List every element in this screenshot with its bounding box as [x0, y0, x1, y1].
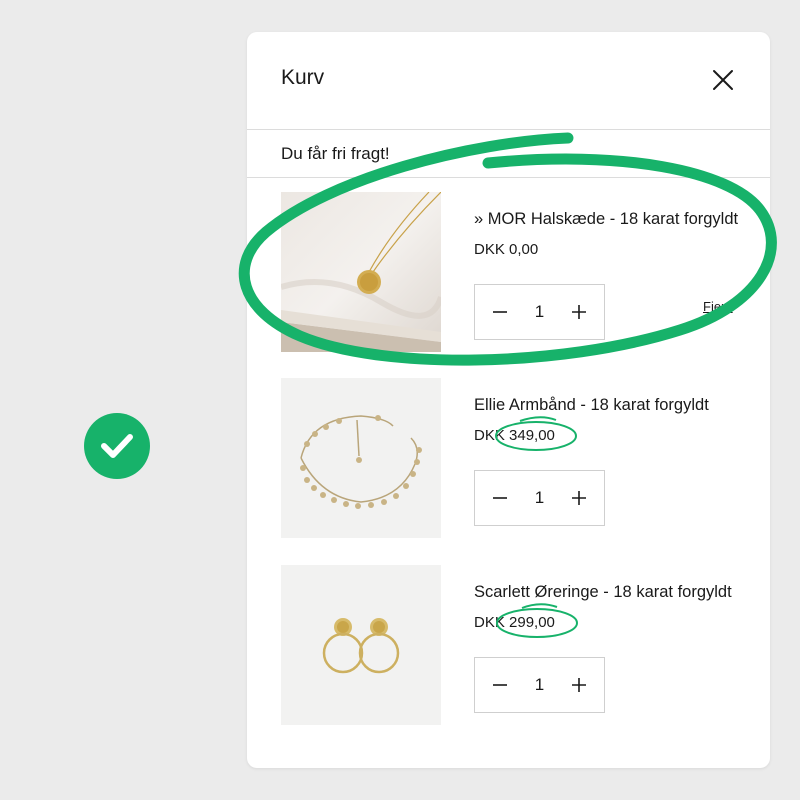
free-shipping-banner: Du får fri fragt! [247, 130, 770, 178]
quantity-value[interactable]: 1 [535, 302, 544, 322]
item-name[interactable]: Scarlett Øreringe - 18 karat forgyldt [474, 583, 739, 602]
quantity-stepper: 1 [474, 470, 605, 526]
success-badge [84, 413, 150, 479]
close-icon [713, 70, 733, 90]
product-image-necklace[interactable] [281, 192, 441, 352]
item-price: DKK 299,00 [474, 614, 555, 631]
quantity-value[interactable]: 1 [535, 488, 544, 508]
check-icon [101, 434, 133, 458]
increase-quantity-button[interactable] [570, 489, 588, 507]
increase-quantity-button[interactable] [570, 303, 588, 321]
item-name[interactable]: » MOR Halskæde - 18 karat forgyldt [474, 210, 739, 229]
close-button[interactable] [711, 68, 735, 92]
remove-item-link[interactable]: Fjern [703, 299, 733, 314]
item-name[interactable]: Ellie Armbånd - 18 karat forgyldt [474, 396, 739, 415]
cart-item: Scarlett Øreringe - 18 karat forgyldt DK… [281, 565, 741, 727]
product-image-bracelet[interactable] [281, 378, 441, 538]
plus-icon [572, 491, 586, 505]
item-price: DKK 0,00 [474, 241, 539, 258]
cart-header: Kurv [247, 32, 770, 130]
minus-icon [493, 497, 507, 499]
cart-item: Ellie Armbånd - 18 karat forgyldt DKK 34… [281, 378, 741, 540]
quantity-value[interactable]: 1 [535, 675, 544, 695]
cart-title: Kurv [281, 66, 325, 89]
minus-icon [493, 311, 507, 313]
plus-icon [572, 678, 586, 692]
plus-icon [572, 305, 586, 319]
decrease-quantity-button[interactable] [491, 303, 509, 321]
decrease-quantity-button[interactable] [491, 489, 509, 507]
decrease-quantity-button[interactable] [491, 676, 509, 694]
minus-icon [493, 684, 507, 686]
stage: Kurv Du får fri fragt! » MOR Halskæde - … [0, 0, 800, 800]
cart-item: » MOR Halskæde - 18 karat forgyldt DKK 0… [281, 192, 741, 354]
item-price: DKK 349,00 [474, 427, 555, 444]
quantity-stepper: 1 [474, 284, 605, 340]
quantity-stepper: 1 [474, 657, 605, 713]
increase-quantity-button[interactable] [570, 676, 588, 694]
cart-drawer: Kurv Du får fri fragt! » MOR Halskæde - … [247, 32, 770, 768]
product-image-earrings[interactable] [281, 565, 441, 725]
